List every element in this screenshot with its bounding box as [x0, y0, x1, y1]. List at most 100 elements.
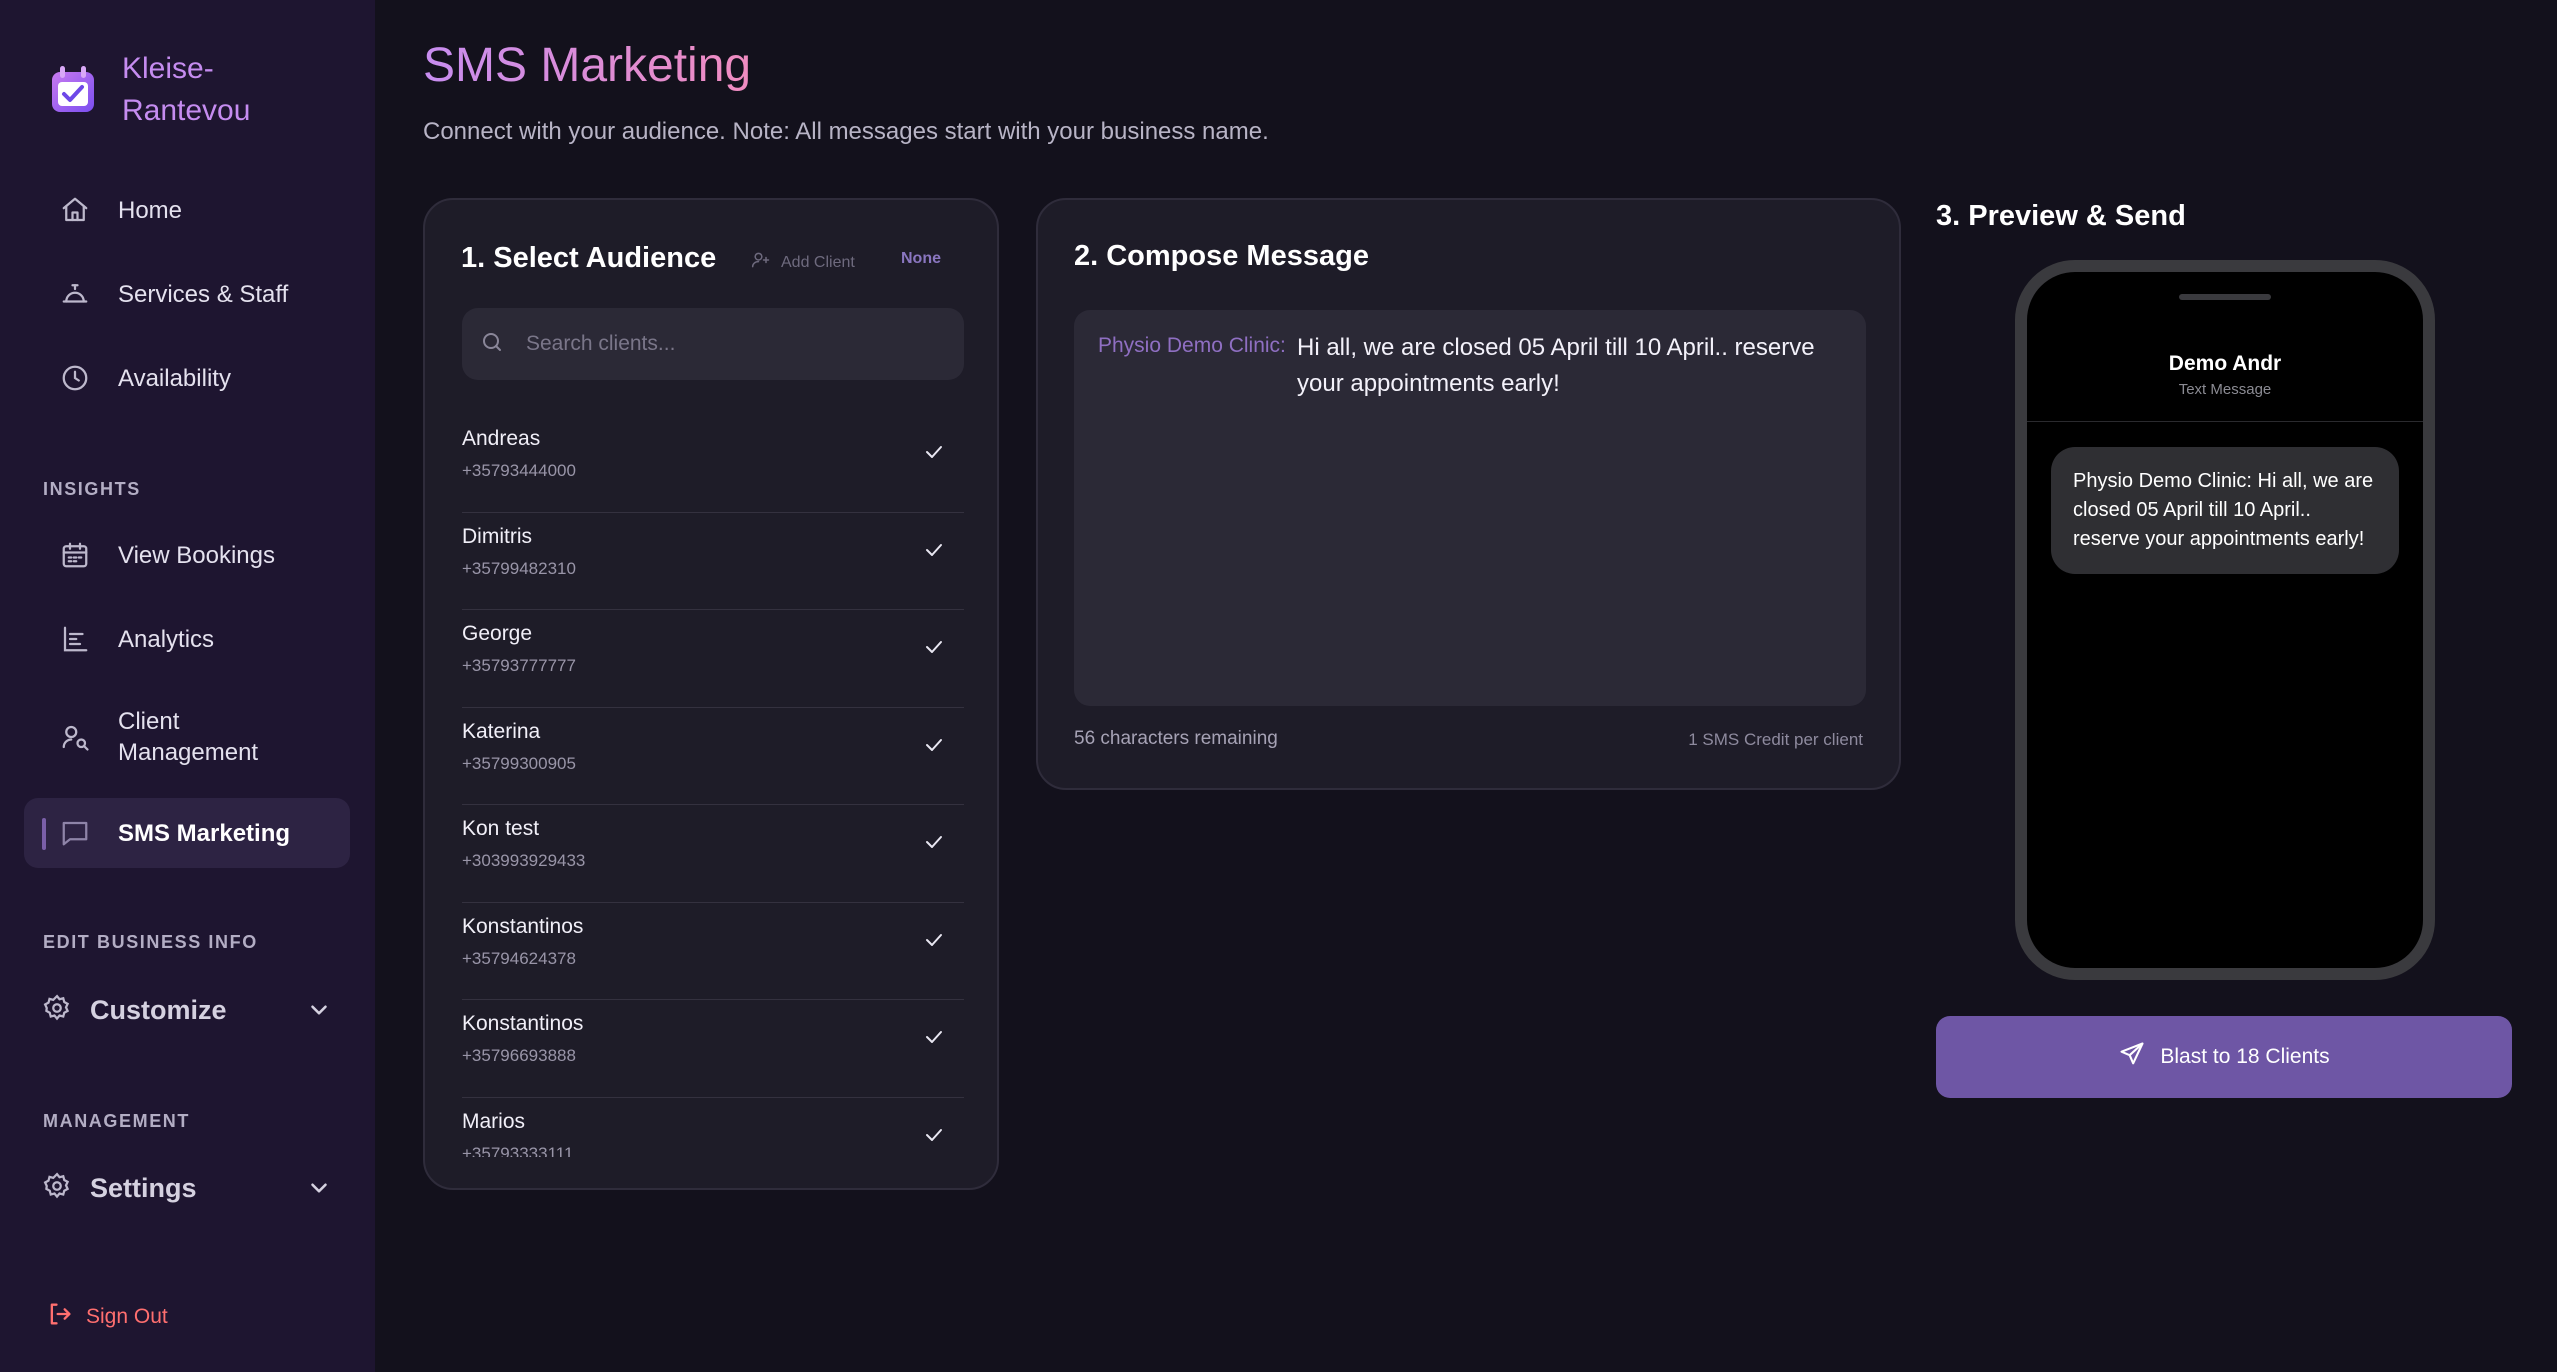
client-row[interactable]: George +35793777777: [462, 610, 964, 708]
sidebar: Kleise- Rantevou Home Services & Staff A…: [0, 0, 375, 1372]
search-icon: [462, 330, 504, 359]
client-row[interactable]: Konstantinos +35796693888: [462, 1000, 964, 1098]
calendar-check-icon: [50, 64, 96, 114]
check-icon[interactable]: [922, 538, 946, 562]
check-icon[interactable]: [922, 733, 946, 757]
client-phone: +35794624378: [462, 948, 576, 968]
nav-view-bookings[interactable]: View Bookings: [24, 520, 350, 590]
nav-analytics-label: Analytics: [118, 625, 215, 653]
message-text[interactable]: Hi all, we are closed 05 April till 10 A…: [1297, 330, 1817, 402]
phone-notch: [2179, 294, 2271, 300]
client-row[interactable]: Kon test +303993929433: [462, 805, 964, 903]
calendar-icon: [58, 538, 92, 572]
gear-icon: [42, 993, 72, 1028]
client-phone: +35799482310: [462, 558, 576, 578]
client-name: George: [462, 622, 533, 645]
brand-name-line1: Kleise-: [122, 52, 214, 85]
client-row[interactable]: Andreas +35793444000: [462, 415, 964, 513]
characters-remaining: 56 characters remaining: [1074, 728, 1278, 749]
chevron-down-icon: [306, 997, 332, 1023]
check-icon[interactable]: [922, 440, 946, 464]
client-name: Katerina: [462, 719, 541, 743]
client-name: Marios: [462, 1109, 526, 1133]
phone-preview: Demo Andr Text Message Physio Demo Clini…: [2015, 260, 2435, 980]
sign-out-icon: [46, 1300, 86, 1334]
check-icon[interactable]: [922, 1025, 946, 1049]
client-row[interactable]: Katerina +35799300905: [462, 708, 964, 805]
nav-services-staff-label: Services & Staff: [118, 280, 289, 308]
check-icon[interactable]: [922, 928, 946, 952]
business-name-prefix: Physio Demo Clinic:: [1098, 334, 1286, 357]
settings-group[interactable]: Settings: [42, 1168, 332, 1208]
client-name: Konstantinos: [462, 1012, 584, 1035]
client-row[interactable]: Dimitris +35799482310: [462, 513, 964, 610]
client-phone: +303993929433: [462, 851, 586, 870]
nav-availability[interactable]: Availability: [24, 343, 350, 413]
section-insights: INSIGHTS: [43, 479, 141, 499]
check-icon[interactable]: [922, 1123, 946, 1147]
sign-out-button[interactable]: Sign Out: [46, 1300, 168, 1334]
client-phone: +35793444000: [462, 461, 576, 480]
add-client-label: Add Client: [781, 253, 855, 271]
settings-label: Settings: [90, 1172, 197, 1203]
compose-card: 2. Compose Message Physio Demo Clinic: H…: [1036, 198, 1901, 790]
client-phone: +35796693888: [462, 1046, 576, 1065]
brand-name: Kleise- Rantevou: [122, 48, 250, 132]
client-row[interactable]: Marios +35793333111: [462, 1098, 964, 1158]
bell-icon: [58, 277, 92, 311]
brand[interactable]: Kleise- Rantevou: [50, 48, 250, 132]
credit-note: 1 SMS Credit per client: [1688, 730, 1863, 749]
add-client-button[interactable]: Add Client: [751, 250, 855, 275]
sign-out-label: Sign Out: [86, 1305, 168, 1328]
nav-home-label: Home: [118, 196, 183, 224]
message-bubble: Physio Demo Clinic: Hi all, we are close…: [2051, 447, 2399, 574]
section-edit-business-info: EDIT BUSINESS INFO: [43, 932, 258, 952]
compose-title: 2. Compose Message: [1074, 240, 1369, 272]
nav-analytics[interactable]: Analytics: [24, 604, 350, 674]
gear-icon: [42, 1171, 72, 1206]
blast-send-button[interactable]: Blast to 18 Clients: [1936, 1016, 2512, 1098]
check-icon[interactable]: [922, 635, 946, 659]
home-icon: [58, 193, 92, 227]
search-box: [462, 308, 964, 380]
client-name: Konstantinos: [462, 914, 584, 938]
message-icon: [58, 816, 92, 850]
client-name: Andreas: [462, 427, 541, 450]
brand-name-line2: Rantevou: [122, 94, 251, 127]
clock-icon: [58, 361, 92, 395]
chevron-down-icon: [306, 1175, 332, 1201]
customize-label: Customize: [90, 994, 227, 1025]
search-input[interactable]: [526, 332, 946, 356]
page-title: SMS Marketing: [423, 39, 752, 92]
send-icon: [2118, 1040, 2160, 1074]
nav-home[interactable]: Home: [24, 175, 350, 245]
audience-card: 1. Select Audience Add Client None Andre…: [423, 198, 999, 1190]
phone-header: Demo Andr Text Message: [2027, 272, 2423, 422]
client-name: Kon test: [462, 817, 540, 840]
client-phone: +35793333111: [462, 1143, 574, 1158]
select-none-button[interactable]: None: [901, 250, 941, 268]
client-phone: +35799300905: [462, 753, 576, 773]
nav-services-staff[interactable]: Services & Staff: [24, 259, 350, 329]
phone-contact-name: Demo Andr: [2168, 352, 2282, 375]
user-plus-icon: [751, 250, 781, 275]
chart-icon: [58, 622, 92, 656]
nav-client-management-label: Client Management: [118, 708, 259, 766]
blast-send-label: Blast to 18 Clients: [2160, 1045, 2330, 1068]
check-icon[interactable]: [922, 830, 946, 854]
nav-sms-marketing[interactable]: SMS Marketing: [24, 798, 350, 868]
client-row[interactable]: Konstantinos +35794624378: [462, 903, 964, 1000]
page-subtitle: Connect with your audience. Note: All me…: [423, 118, 1269, 145]
user-search-icon: [58, 720, 92, 754]
client-list[interactable]: Andreas +35793444000 Dimitris +35799482310 G…: [462, 415, 964, 1157]
message-textarea[interactable]: Physio Demo Clinic: Hi all, we are close…: [1074, 310, 1866, 706]
nav-view-bookings-label: View Bookings: [118, 541, 275, 569]
section-management: MANAGEMENT: [43, 1111, 190, 1131]
client-phone: +35793777777: [462, 656, 576, 675]
client-name: Dimitris: [462, 524, 532, 548]
preview-title: 3. Preview & Send: [1936, 200, 2186, 232]
customize-group[interactable]: Customize: [42, 990, 332, 1030]
nav-availability-label: Availability: [118, 364, 231, 392]
nav-client-management[interactable]: Client Management: [24, 702, 350, 772]
phone-contact-sub: Text Message: [2178, 381, 2272, 398]
